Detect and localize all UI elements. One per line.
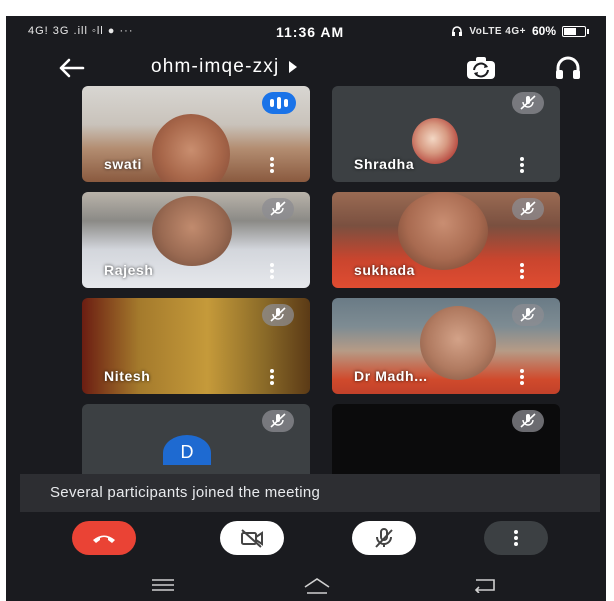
participant-video <box>152 114 230 182</box>
participant-tile-d[interactable]: D <box>82 404 310 474</box>
participant-video <box>420 306 496 380</box>
camera-toggle-button[interactable] <box>220 521 284 555</box>
more-options-icon[interactable] <box>270 263 274 279</box>
status-right: VoLTE 4G+ 60% <box>451 24 589 38</box>
participant-tile-nitesh[interactable]: Nitesh <box>82 298 310 394</box>
more-options-button[interactable] <box>484 521 548 555</box>
participant-tile-blank[interactable] <box>332 404 560 474</box>
participant-tile-dr-madh[interactable]: Dr Madh... <box>332 298 560 394</box>
mic-off-icon <box>512 92 544 114</box>
mic-off-icon <box>512 304 544 326</box>
system-nav-bar <box>6 571 606 601</box>
more-options-icon[interactable] <box>520 157 524 173</box>
headphones-status-icon <box>452 26 463 36</box>
participant-name: Rajesh <box>104 262 154 278</box>
more-options-icon[interactable] <box>270 369 274 385</box>
participant-name: Nitesh <box>104 368 151 384</box>
snackbar: Several participants joined the meeting <box>20 474 600 512</box>
meeting-header: ohm-imqe-zxj <box>6 48 606 88</box>
participant-name: sukhada <box>354 262 415 278</box>
phone-screen: 4G! 3G .ill ◦ll ● ··· 11:36 AM VoLTE 4G+… <box>6 16 606 601</box>
meeting-info[interactable]: ohm-imqe-zxj <box>151 56 298 78</box>
phone-end-icon <box>93 535 115 543</box>
status-indicators: 4G! 3G .ill ◦ll ● ··· <box>28 25 134 37</box>
signal-indicator: VoLTE 4G+ <box>469 25 526 37</box>
more-options-icon[interactable] <box>270 157 274 173</box>
chevron-right-icon <box>289 61 298 73</box>
participant-video <box>152 196 232 266</box>
camera-off-icon <box>241 529 263 548</box>
mic-off-icon <box>375 528 393 548</box>
participant-name: swati <box>104 156 143 172</box>
participant-tile-sukhada[interactable]: sukhada <box>332 192 560 288</box>
end-call-button[interactable] <box>72 521 136 555</box>
mic-off-icon <box>512 198 544 220</box>
status-bar: 4G! 3G .ill ◦ll ● ··· 11:36 AM VoLTE 4G+… <box>6 16 606 48</box>
battery-icon <box>562 25 589 37</box>
mic-off-icon <box>512 410 544 432</box>
mic-off-icon <box>262 198 294 220</box>
participant-avatar: D <box>163 435 211 465</box>
participant-name: Dr Madh... <box>354 368 428 384</box>
participant-tile-swati[interactable]: swati <box>82 86 310 182</box>
back-nav-icon[interactable] <box>472 577 498 593</box>
participant-tile-shradha[interactable]: Shradha <box>332 86 560 182</box>
snackbar-message: Several participants joined the meeting <box>50 484 321 501</box>
more-options-icon[interactable] <box>520 263 524 279</box>
switch-camera-icon[interactable] <box>464 54 498 82</box>
participant-video <box>398 192 488 270</box>
home-icon[interactable] <box>302 576 332 596</box>
back-arrow-icon[interactable] <box>56 56 86 80</box>
mic-off-icon <box>262 304 294 326</box>
participant-name: Shradha <box>354 156 415 172</box>
more-options-icon[interactable] <box>520 369 524 385</box>
battery-percent: 60% <box>531 24 556 38</box>
mic-off-icon <box>262 410 294 432</box>
status-time: 11:36 AM <box>276 24 345 40</box>
headphones-icon[interactable] <box>554 55 582 81</box>
recent-apps-icon[interactable] <box>150 578 176 592</box>
meeting-code: ohm-imqe-zxj <box>151 56 280 77</box>
mic-toggle-button[interactable] <box>352 521 416 555</box>
more-vert-icon <box>514 530 518 546</box>
participant-tile-rajesh[interactable]: Rajesh <box>82 192 310 288</box>
speaking-indicator-icon <box>262 92 296 114</box>
participant-avatar <box>412 118 458 164</box>
